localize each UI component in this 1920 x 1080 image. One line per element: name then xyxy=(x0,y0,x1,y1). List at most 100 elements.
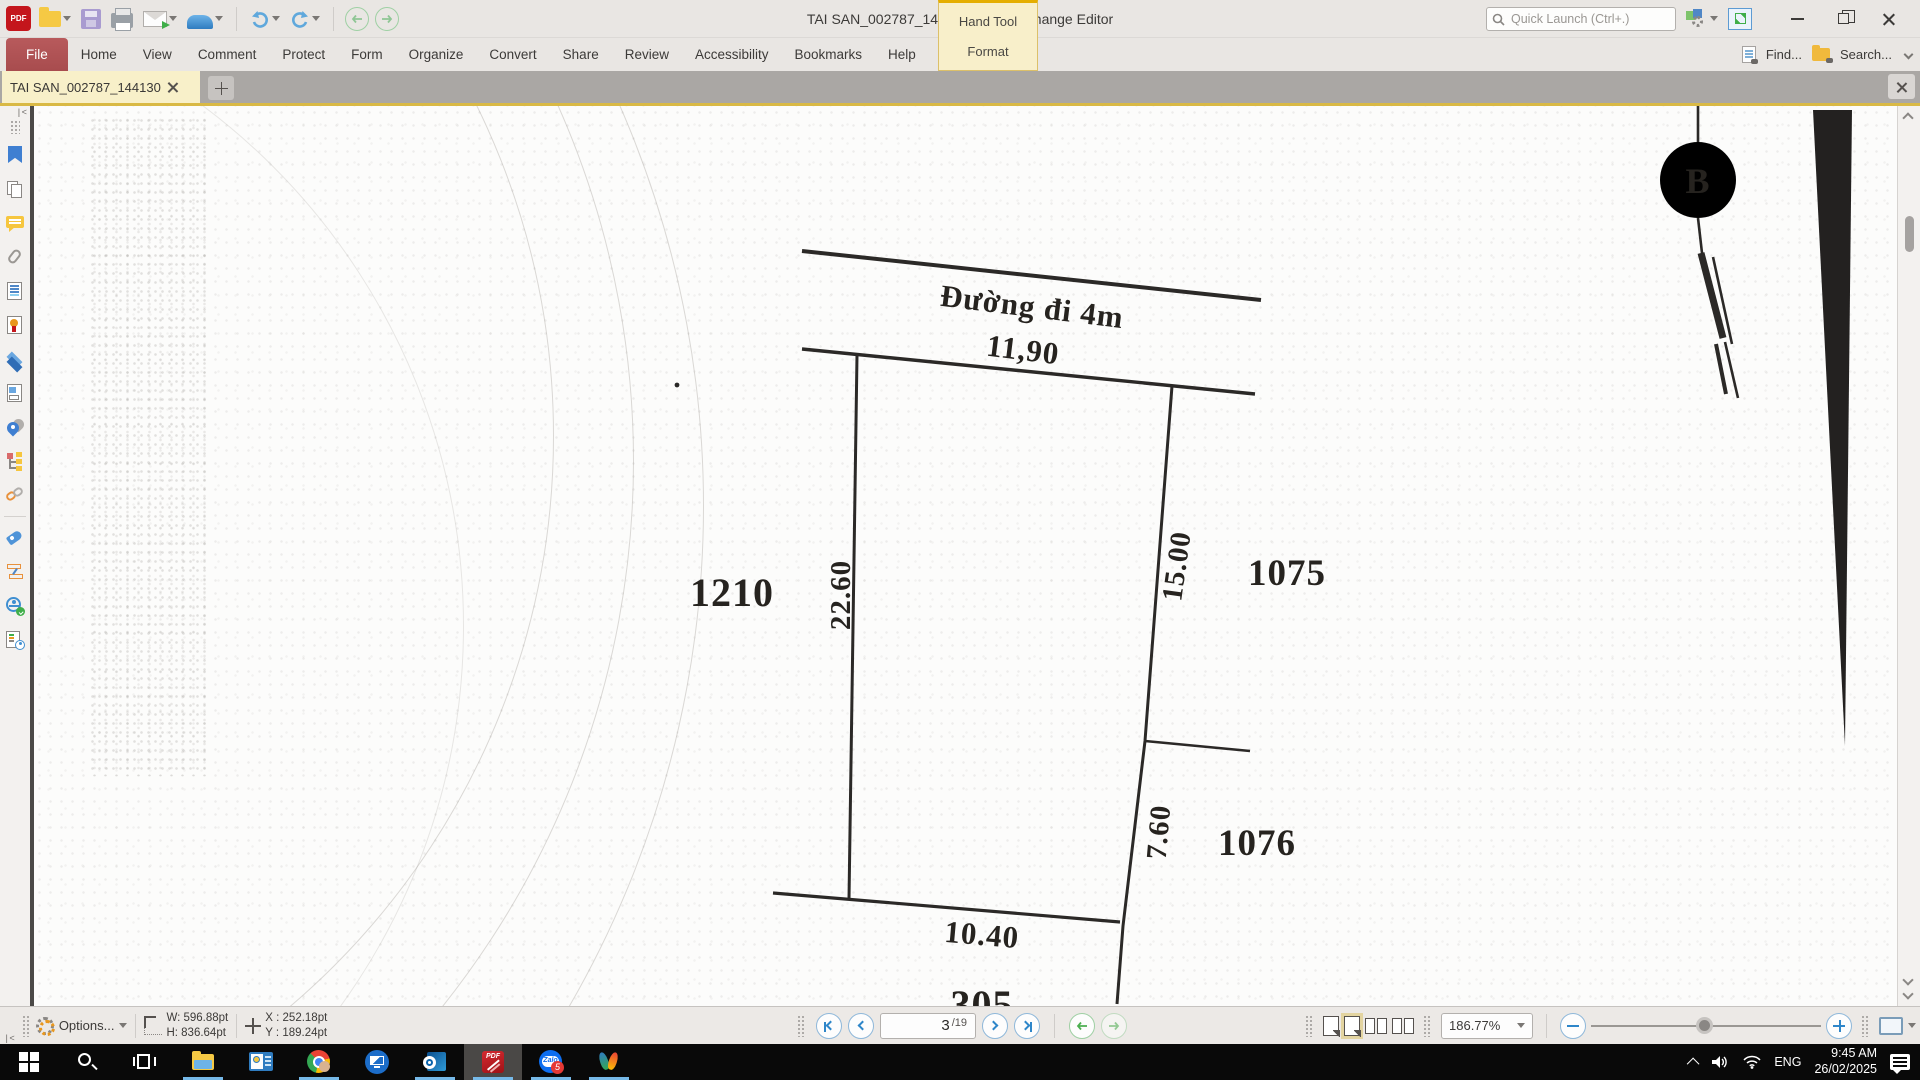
remote-app-button[interactable] xyxy=(348,1044,406,1080)
menu-convert[interactable]: Convert xyxy=(476,38,549,71)
report-app-button[interactable] xyxy=(232,1044,290,1080)
menu-help[interactable]: Help xyxy=(875,38,929,71)
close-document-button[interactable] xyxy=(1888,74,1915,99)
accessibility-check-icon[interactable] xyxy=(5,596,25,616)
pdf-xchange-button[interactable]: PDF xyxy=(464,1044,522,1080)
scrollbar-thumb[interactable] xyxy=(1905,216,1914,252)
chevron-down-icon[interactable] xyxy=(312,16,320,21)
menu-view[interactable]: View xyxy=(130,38,185,71)
restore-button[interactable] xyxy=(1820,4,1866,34)
page-number-input[interactable]: 3 /19 xyxy=(880,1013,976,1039)
wifi-icon[interactable] xyxy=(1743,1055,1761,1069)
history-forward-button[interactable] xyxy=(1101,1013,1127,1039)
two-page-layout-button[interactable] xyxy=(1365,1018,1387,1034)
page-thumbnails-pane-icon[interactable] xyxy=(5,179,25,199)
zoom-slider-thumb[interactable] xyxy=(1696,1017,1713,1034)
task-view-button[interactable] xyxy=(116,1044,174,1080)
comments-pane-icon[interactable] xyxy=(5,213,25,233)
scroll-up-icon[interactable] xyxy=(1902,112,1913,123)
zoom-out-button[interactable] xyxy=(1560,1013,1586,1039)
undo-button[interactable] xyxy=(248,8,282,30)
menu-home[interactable]: Home xyxy=(68,38,130,71)
chevron-down-icon[interactable] xyxy=(1908,1023,1916,1028)
quick-launch-input[interactable] xyxy=(1486,7,1676,31)
save-button[interactable] xyxy=(79,7,103,31)
first-page-button[interactable] xyxy=(816,1013,842,1039)
minimize-button[interactable] xyxy=(1774,4,1820,34)
sidebar-grip[interactable] xyxy=(10,120,20,134)
format-tab-label[interactable]: Format xyxy=(967,44,1008,59)
menu-accessibility[interactable]: Accessibility xyxy=(682,38,782,71)
statusbar-grip[interactable] xyxy=(22,1015,31,1037)
print-button[interactable] xyxy=(109,7,135,30)
collapse-statusbar-button[interactable]: |< xyxy=(4,1034,18,1044)
open-file-button[interactable] xyxy=(37,9,73,29)
statusbar-grip[interactable] xyxy=(1423,1015,1432,1037)
chevron-down-icon[interactable] xyxy=(169,16,177,21)
find-button[interactable]: Find... xyxy=(1766,47,1802,62)
new-tab-button[interactable] xyxy=(208,76,234,100)
content-pane-icon[interactable] xyxy=(5,281,25,301)
menu-organize[interactable]: Organize xyxy=(396,38,477,71)
taskbar-search-button[interactable] xyxy=(58,1044,116,1080)
zoom-in-button[interactable] xyxy=(1826,1013,1852,1039)
menu-bookmarks[interactable]: Bookmarks xyxy=(782,38,876,71)
fields-pane-icon[interactable] xyxy=(5,383,25,403)
next-page-button[interactable] xyxy=(982,1013,1008,1039)
menu-review[interactable]: Review xyxy=(612,38,682,71)
chevron-down-icon[interactable] xyxy=(63,16,71,21)
close-button[interactable] xyxy=(1866,4,1912,34)
document-page[interactable]: Đường đi 4m 11,90 22.60 1210 15.00 1075 … xyxy=(34,106,1897,1006)
accessibility-report-icon[interactable] xyxy=(5,630,25,650)
attachments-pane-icon[interactable] xyxy=(5,247,25,267)
previous-page-button[interactable] xyxy=(848,1013,874,1039)
layers-pane-icon[interactable] xyxy=(5,349,25,369)
tray-expand-icon[interactable] xyxy=(1687,1057,1700,1070)
bookmarks-pane-icon[interactable] xyxy=(5,145,25,165)
file-explorer-button[interactable] xyxy=(174,1044,232,1080)
menu-file[interactable]: File xyxy=(6,38,68,71)
vertical-scrollbar[interactable] xyxy=(1897,106,1920,1006)
chevron-down-icon[interactable] xyxy=(272,16,280,21)
statusbar-grip[interactable] xyxy=(1305,1015,1314,1037)
clock[interactable]: 9:45 AM 26/02/2025 xyxy=(1814,1046,1877,1077)
action-center-icon[interactable] xyxy=(1890,1054,1910,1070)
destinations-pane-icon[interactable] xyxy=(5,417,25,437)
single-page-layout-button[interactable] xyxy=(1323,1016,1339,1036)
chevron-down-icon[interactable] xyxy=(1710,16,1718,21)
scroll-down-icon[interactable] xyxy=(1902,974,1913,985)
continuous-layout-button[interactable] xyxy=(1344,1016,1360,1036)
fullscreen-button[interactable] xyxy=(1728,8,1752,30)
active-tool-tab[interactable]: Hand Tool Format xyxy=(938,0,1038,71)
fit-page-button[interactable] xyxy=(1879,1017,1903,1035)
scan-button[interactable] xyxy=(185,7,225,31)
start-button[interactable] xyxy=(0,1044,58,1080)
order-pane-icon[interactable] xyxy=(5,451,25,471)
search-button[interactable]: Search... xyxy=(1840,47,1892,62)
menu-protect[interactable]: Protect xyxy=(269,38,338,71)
view-back-button[interactable] xyxy=(345,7,369,31)
volume-icon[interactable] xyxy=(1712,1055,1730,1069)
view-forward-button[interactable] xyxy=(375,7,399,31)
scroll-down-icon[interactable] xyxy=(1902,988,1913,999)
redo-button[interactable] xyxy=(288,8,322,30)
chevron-down-icon[interactable] xyxy=(1904,50,1914,60)
collapse-sidebar-button[interactable]: |< xyxy=(16,108,30,118)
last-page-button[interactable] xyxy=(1014,1013,1040,1039)
ui-options-button[interactable] xyxy=(1684,7,1720,31)
article-z-order-icon[interactable] xyxy=(5,562,25,582)
zalo-button[interactable]: Zalo 5 xyxy=(522,1044,580,1080)
email-button[interactable] xyxy=(141,9,179,29)
language-indicator[interactable]: ENG xyxy=(1774,1055,1801,1069)
chrome-button[interactable] xyxy=(290,1044,348,1080)
menu-share[interactable]: Share xyxy=(550,38,612,71)
close-tab-icon[interactable] xyxy=(167,81,179,93)
links-pane-icon[interactable] xyxy=(5,485,25,505)
zoom-level-select[interactable]: 186.77% xyxy=(1441,1013,1533,1039)
menu-comment[interactable]: Comment xyxy=(185,38,270,71)
zoom-slider[interactable] xyxy=(1591,1013,1821,1039)
two-page-continuous-layout-button[interactable] xyxy=(1392,1018,1414,1034)
options-button[interactable]: Options... xyxy=(59,1018,128,1033)
v-app-button[interactable] xyxy=(580,1044,638,1080)
history-back-button[interactable] xyxy=(1069,1013,1095,1039)
